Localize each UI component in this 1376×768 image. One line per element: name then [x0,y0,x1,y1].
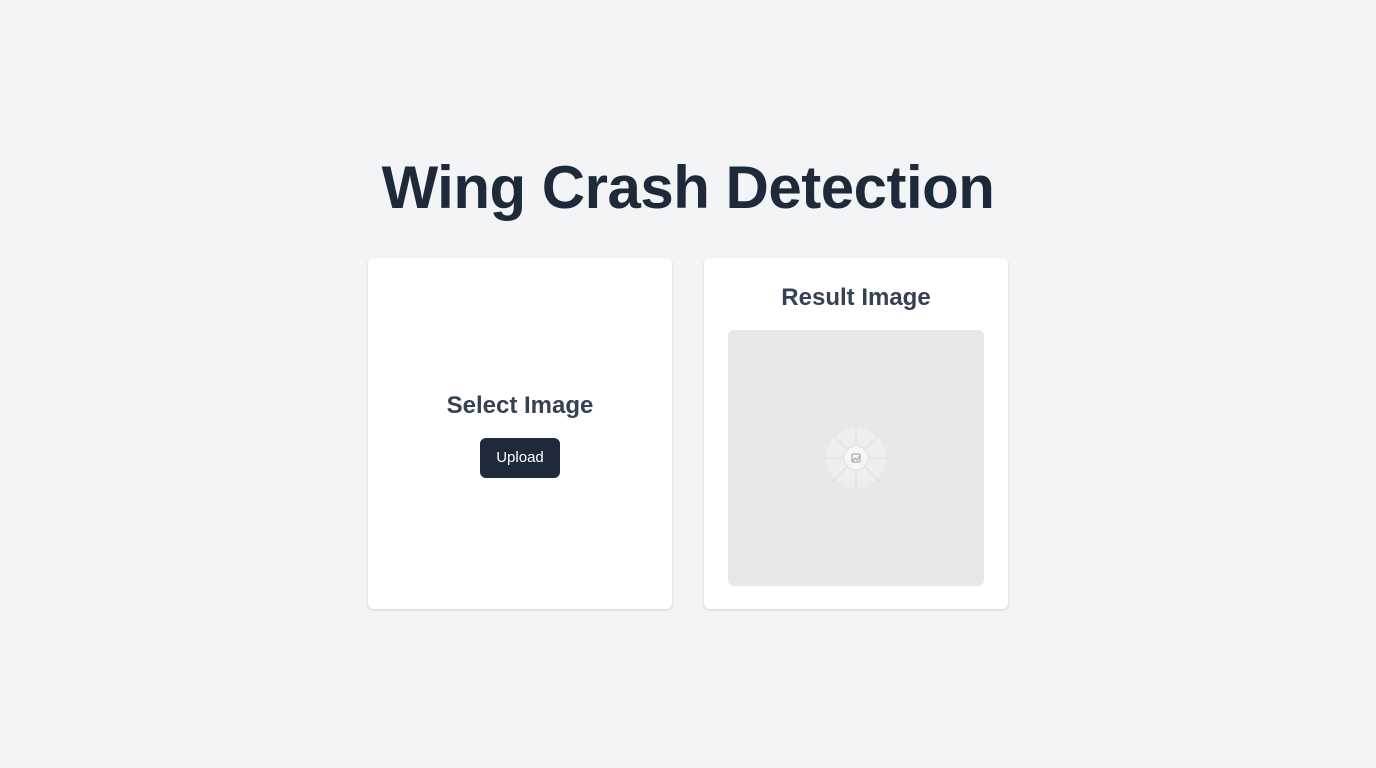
select-image-heading: Select Image [446,392,594,419]
upload-card [368,258,672,609]
page: Wing Crash Detection Select Image Upload… [0,0,1376,768]
upload-button[interactable]: Upload [480,438,560,478]
result-image-heading: Result Image [781,284,931,311]
broken-image-icon [826,428,886,488]
result-image [728,330,984,586]
page-title: Wing Crash Detection [381,154,995,221]
